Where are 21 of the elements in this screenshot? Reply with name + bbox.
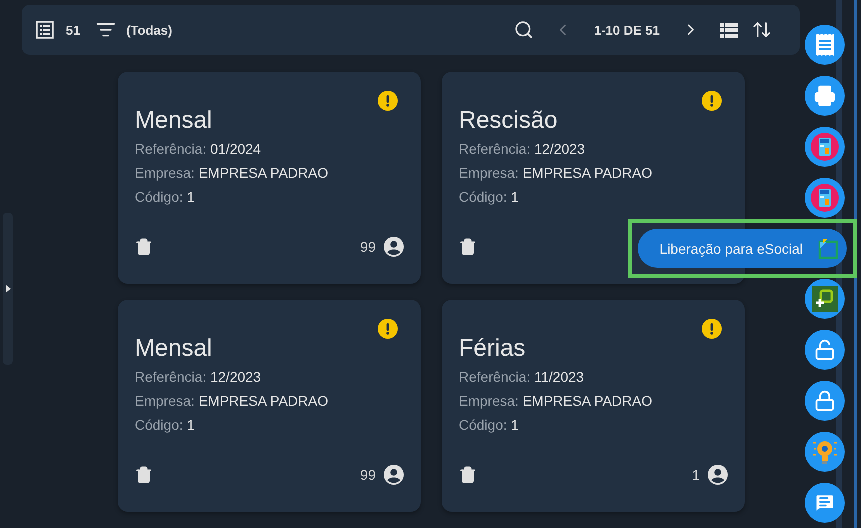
card-field: Referência: 11/2023 — [459, 365, 728, 389]
user-count: 99 — [360, 467, 376, 483]
card-field: Empresa: EMPRESA PADRAO — [135, 389, 404, 413]
card-title: Mensal — [135, 106, 214, 136]
card-title: Rescisão — [459, 106, 559, 136]
card-field: Empresa: EMPRESA PADRAO — [459, 161, 728, 185]
card-field: Código: 1 — [135, 413, 404, 437]
record-count: 51 — [66, 22, 80, 38]
card-field: Código: 1 — [135, 185, 404, 209]
card-title: Férias — [459, 334, 527, 364]
pagination-label: 1-10 DE 51 — [594, 22, 660, 38]
card-field: Empresa: EMPRESA PADRAO — [135, 161, 404, 185]
card-field: Empresa: EMPRESA PADRAO — [459, 389, 728, 413]
card-field: Referência: 01/2024 — [135, 137, 404, 161]
card-field: Referência: 12/2023 — [135, 365, 404, 389]
card-field: Código: 1 — [459, 413, 728, 437]
user-count: 1 — [692, 467, 700, 483]
user-count: 99 — [360, 239, 376, 255]
card-title: Mensal — [135, 334, 214, 364]
card-field: Código: 1 — [459, 185, 728, 209]
card-field: Referência: 12/2023 — [459, 137, 728, 161]
